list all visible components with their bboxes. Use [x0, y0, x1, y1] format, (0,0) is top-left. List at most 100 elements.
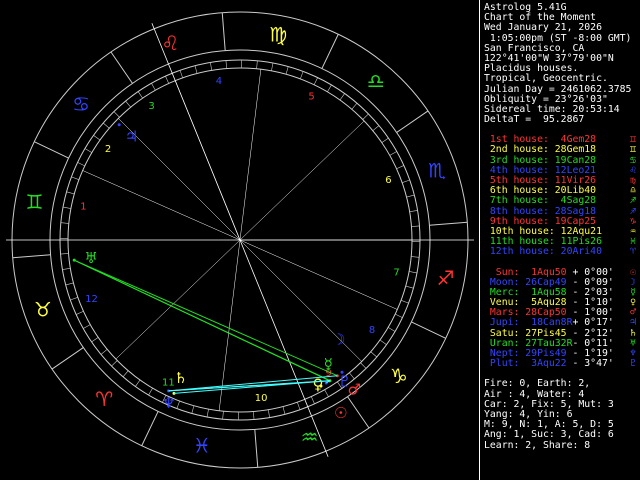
- house-cusp-line: [115, 239, 241, 360]
- degree-tick: [165, 76, 170, 84]
- sign-0-icon: ♈: [95, 387, 113, 411]
- sign-boundary: [12, 254, 51, 259]
- house-number-1: 1: [80, 201, 86, 212]
- degree-tick: [324, 389, 329, 397]
- degree-tick: [402, 179, 410, 183]
- degree-tick: [411, 256, 420, 258]
- sign-boundary: [321, 34, 339, 69]
- degree-tick: [253, 411, 255, 420]
- degree-tick: [210, 62, 213, 71]
- house-cusp-line: [239, 120, 365, 241]
- house-number-7: 7: [393, 268, 399, 279]
- degree-tick: [93, 135, 101, 141]
- sign-boundary: [347, 396, 370, 429]
- degree-tick: [267, 409, 270, 418]
- sign-boundary: [396, 110, 429, 133]
- header-line: Tropical, Geocentric.: [484, 73, 608, 85]
- degree-tick: [387, 327, 396, 332]
- degree-tick: [206, 409, 209, 418]
- sign-11-icon: ♓: [193, 433, 211, 457]
- planet-glyph: ♇: [630, 358, 636, 370]
- degree-tick: [313, 77, 318, 85]
- degree-tick: [225, 60, 227, 69]
- degree-tick: [297, 402, 301, 410]
- degree-tick: [137, 91, 143, 99]
- sign-2-icon: ♊: [26, 190, 44, 214]
- sign-6-icon: ♎: [367, 69, 385, 93]
- house-cusp-line: [239, 69, 262, 241]
- degree-tick: [70, 297, 78, 301]
- house-number-6: 6: [385, 175, 391, 186]
- chart-wheel: ♈♉♊♋♌ ♍♎♏♐♑♒♓123456789101112☉☽☿♀ ♂♃♄♅♆♇: [5, 11, 475, 469]
- house-number-5: 5: [308, 91, 314, 102]
- planet-marker: [117, 123, 121, 127]
- degree-tick: [111, 360, 118, 367]
- planet-position: 3Aqu22: [519, 358, 567, 370]
- aspect-line: [74, 259, 330, 382]
- house-number-2: 2: [105, 144, 111, 155]
- house-number-10: 10: [255, 393, 268, 404]
- degree-tick: [379, 339, 387, 345]
- degree-tick: [396, 165, 404, 170]
- planet-row: Plut: 3Aqu22 - 3°47' ♇: [484, 358, 638, 370]
- house-number-4: 4: [216, 76, 222, 87]
- degree-tick: [327, 84, 332, 93]
- sign-1-icon: ♉: [34, 298, 52, 322]
- degree-tick: [179, 70, 183, 78]
- planet-satu-icon: ♄: [174, 369, 187, 387]
- degree-tick: [370, 351, 378, 358]
- degree-tick: [285, 66, 289, 75]
- degree-tick: [339, 93, 345, 101]
- planet-nept-icon: ♆: [162, 394, 175, 412]
- house-number-3: 3: [148, 101, 154, 112]
- planet-uran-icon: ♅: [84, 249, 97, 267]
- degree-tick: [151, 83, 156, 91]
- degree-tick: [194, 65, 198, 74]
- panel-divider: [479, 0, 480, 480]
- house-sign-glyph: ♈: [630, 246, 636, 258]
- degree-tick: [372, 125, 380, 131]
- house-number-12: 12: [85, 294, 98, 305]
- degree-tick: [300, 71, 304, 80]
- degree-tick: [362, 113, 369, 120]
- degree-tick: [405, 285, 414, 289]
- planet-sun-icon: ☉: [334, 404, 347, 422]
- degree-tick: [60, 222, 69, 224]
- degree-tick: [282, 406, 286, 415]
- degree-tick: [256, 60, 258, 69]
- degree-tick: [406, 194, 415, 198]
- sign-3-icon: ♋: [72, 92, 90, 116]
- planet-plut-icon: ♇: [338, 372, 351, 390]
- house-cusp-label: 12th house: 20Ari40: [484, 246, 602, 258]
- degree-tick: [62, 267, 71, 270]
- degree-tick: [83, 324, 91, 329]
- sign-5-icon: ♍: [269, 23, 287, 47]
- degree-tick: [191, 405, 195, 414]
- degree-tick: [222, 411, 224, 420]
- header-line: DeltaT = 95.2867: [484, 114, 585, 126]
- degree-tick: [135, 379, 141, 387]
- degree-tick: [125, 100, 131, 108]
- degree-tick: [351, 102, 358, 110]
- house-cusp-row: 12th house: 20Ari40 ♈: [484, 247, 638, 257]
- degree-tick: [76, 310, 84, 315]
- degree-tick: [65, 282, 74, 286]
- degree-tick: [310, 396, 315, 404]
- info-panel: Astrolog 5.41G Chart of the Moment Wed Jan…: [484, 2, 638, 451]
- element-stat-line: Ang: 1, Suc: 3, Cad: 6: [484, 429, 614, 441]
- sign-10-icon: ♒: [301, 425, 319, 449]
- degree-tick: [60, 253, 69, 255]
- degree-tick: [113, 111, 120, 118]
- degree-tick: [400, 300, 409, 304]
- sign-boundary: [51, 347, 84, 370]
- planet-latitude: - 3°47': [572, 358, 614, 370]
- planet-jupi-icon: ♃: [125, 127, 138, 145]
- degree-tick: [389, 151, 397, 156]
- degree-tick: [84, 148, 93, 153]
- degree-tick: [409, 210, 418, 213]
- sign-boundary: [221, 12, 226, 51]
- element-stat-line: Learn: 2, Share: 8: [484, 439, 591, 451]
- degree-tick: [100, 349, 108, 355]
- aspect-line: [74, 259, 338, 377]
- sign-7-icon: ♏: [428, 158, 446, 182]
